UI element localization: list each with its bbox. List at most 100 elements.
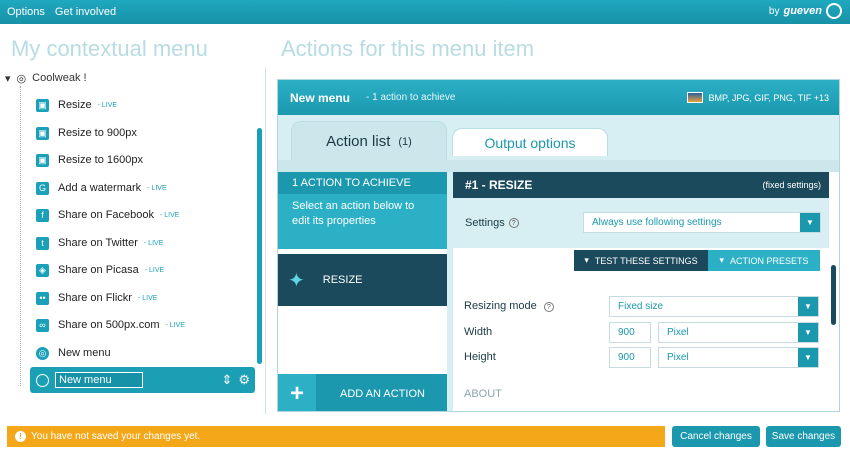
live-badge: - LIVE bbox=[165, 321, 185, 329]
list-item[interactable]: ∞ Share on 500px.com - LIVE bbox=[36, 315, 185, 335]
list-item-label: Resize bbox=[58, 99, 92, 111]
tree-root[interactable]: ▾ ◎ Coolweak ! bbox=[5, 72, 87, 85]
width-input[interactable]: 900 bbox=[609, 322, 651, 343]
list-item[interactable]: G Add a watermark - LIVE bbox=[36, 178, 167, 198]
list-item[interactable]: f Share on Facebook - LIVE bbox=[36, 205, 179, 225]
live-badge: - LIVE bbox=[147, 184, 167, 192]
chevron-down-icon: ▼ bbox=[798, 297, 818, 316]
details-header: #1 - RESIZE (fixed settings) bbox=[453, 172, 829, 198]
details-scrollbar[interactable] bbox=[831, 265, 836, 325]
action-presets-label: ACTION PRESETS bbox=[730, 255, 809, 266]
list-item-label: Share on Picasa bbox=[58, 264, 139, 276]
menu-get-involved[interactable]: Get involved bbox=[55, 6, 116, 18]
settings-select[interactable]: Always use following settings ▼ bbox=[583, 212, 821, 233]
help-icon[interactable]: ? bbox=[508, 218, 519, 228]
list-item-label: Resize to 900px bbox=[58, 127, 137, 139]
fixed-settings-label: (fixed settings) bbox=[762, 180, 821, 190]
image-icon bbox=[686, 92, 703, 103]
caret-down-icon: ▾ bbox=[719, 255, 724, 265]
tab-underline bbox=[278, 160, 839, 172]
achieve-hint: Select an action below to edit its prope… bbox=[278, 194, 447, 249]
chevron-down-icon: ▼ bbox=[800, 213, 820, 232]
live-badge: - LIVE bbox=[144, 266, 165, 274]
reorder-icon[interactable]: ⇕ bbox=[221, 372, 232, 388]
left-heading: My contextual menu bbox=[11, 36, 208, 61]
picasa-icon: ◈ bbox=[36, 263, 49, 277]
resize-icon: ▣ bbox=[36, 126, 49, 140]
gear-icon[interactable]: ⚙ bbox=[238, 372, 250, 388]
item-controls: ⇕ ⚙ bbox=[221, 372, 250, 388]
width-unit-value: Pixel bbox=[667, 327, 689, 338]
plus-icon: + bbox=[278, 374, 316, 411]
tab-label: Action list bbox=[326, 133, 391, 150]
left-scrollbar[interactable] bbox=[257, 128, 262, 364]
details-title: #1 - RESIZE bbox=[465, 178, 533, 192]
warning-text: You have not saved your changes yet. bbox=[31, 431, 201, 442]
resizing-mode-value: Fixed size bbox=[618, 301, 664, 312]
settings-buttons: ▾ TEST THESE SETTINGS ▾ ACTION PRESETS bbox=[574, 250, 820, 271]
list-item-label: Share on Facebook bbox=[58, 209, 155, 221]
panel-title: New menu bbox=[290, 91, 351, 105]
resizing-mode-text: Resizing mode bbox=[464, 300, 537, 312]
list-item[interactable]: •• Share on Flickr - LIVE bbox=[36, 288, 157, 308]
save-changes-button[interactable]: Save changes bbox=[766, 426, 841, 447]
list-item[interactable]: ◎ New menu bbox=[36, 343, 111, 363]
list-item[interactable]: ◈ Share on Picasa - LIVE bbox=[36, 260, 164, 280]
width-label: Width bbox=[464, 326, 493, 338]
chevron-down-icon: ▼ bbox=[798, 348, 818, 367]
tab-output-options[interactable]: Output options bbox=[452, 128, 608, 156]
action-list: 1 ACTION TO ACHIEVE Select an action bel… bbox=[278, 172, 447, 411]
cancel-changes-button[interactable]: Cancel changes bbox=[672, 426, 760, 447]
settings-label: Settings bbox=[465, 217, 505, 229]
panel-header: New menu - 1 action to achieve BMP, JPG,… bbox=[278, 80, 839, 115]
settings-row: Settings ? Always use following settings… bbox=[453, 198, 829, 248]
resize-icon: ▣ bbox=[36, 98, 49, 112]
list-item[interactable]: t Share on Twitter - LIVE bbox=[36, 233, 163, 253]
facebook-icon: f bbox=[36, 208, 49, 222]
watermark-icon: G bbox=[36, 181, 49, 195]
height-unit-select[interactable]: Pixel ▼ bbox=[658, 347, 819, 368]
width-unit-select[interactable]: Pixel ▼ bbox=[658, 322, 819, 343]
action-card-resize[interactable]: ✦ RESIZE bbox=[278, 254, 447, 306]
about-section-heading[interactable]: ABOUT bbox=[464, 388, 502, 400]
brand-name: gueven bbox=[783, 5, 822, 17]
expand-arrow-icon[interactable]: ▾ bbox=[5, 72, 11, 85]
add-action-button[interactable]: + ADD AN ACTION bbox=[278, 374, 447, 411]
unsaved-warning: ! You have not saved your changes yet. bbox=[7, 426, 665, 447]
formats: BMP, JPG, GIF, PNG, TIF +13 bbox=[686, 92, 829, 103]
help-icon[interactable]: ? bbox=[543, 302, 554, 312]
selected-menu-item[interactable]: New menu ⇕ ⚙ bbox=[30, 367, 255, 393]
settings-select-value: Always use following settings bbox=[592, 217, 722, 228]
root-menu-icon: ◎ bbox=[16, 73, 27, 85]
list-item[interactable]: ▣ Resize to 900px bbox=[36, 123, 137, 143]
live-badge: - LIVE bbox=[160, 211, 180, 219]
action-card-label: RESIZE bbox=[322, 274, 363, 286]
list-item-label: Share on 500px.com bbox=[58, 319, 160, 331]
chevron-down-icon: ▼ bbox=[798, 323, 818, 342]
height-label: Height bbox=[464, 351, 496, 363]
brand: by gueven bbox=[769, 3, 842, 19]
menu-icon: ◎ bbox=[36, 346, 49, 360]
live-badge: - LIVE bbox=[137, 294, 158, 302]
action-details: #1 - RESIZE (fixed settings) Settings ? … bbox=[453, 172, 839, 411]
butterfly-icon: ✦ bbox=[288, 269, 305, 292]
tab-action-list[interactable]: Action list (1) bbox=[291, 121, 447, 161]
list-item-label: Share on Flickr bbox=[58, 292, 132, 304]
menu-options[interactable]: Options bbox=[7, 6, 45, 18]
menu-icon bbox=[36, 373, 49, 387]
warning-icon: ! bbox=[15, 431, 26, 442]
height-input[interactable]: 900 bbox=[609, 347, 651, 368]
menu-tree-panel: ▾ ◎ Coolweak ! ▣ Resize - LIVE ▣ Resize … bbox=[0, 68, 266, 414]
action-presets-button[interactable]: ▾ ACTION PRESETS bbox=[708, 250, 820, 271]
tree-root-label: Coolweak ! bbox=[32, 72, 87, 84]
menu-name-field[interactable]: New menu bbox=[55, 372, 143, 388]
list-item[interactable]: ▣ Resize to 1600px bbox=[36, 150, 143, 170]
bottom-bar: ! You have not saved your changes yet. C… bbox=[0, 418, 850, 449]
test-settings-label: TEST THESE SETTINGS bbox=[594, 255, 698, 266]
resizing-mode-select[interactable]: Fixed size ▼ bbox=[609, 296, 819, 317]
top-menu: Options Get involved bbox=[7, 6, 116, 18]
height-value: 900 bbox=[618, 352, 635, 363]
list-item[interactable]: ▣ Resize - LIVE bbox=[36, 95, 117, 115]
live-badge: - LIVE bbox=[143, 239, 164, 247]
test-settings-button[interactable]: ▾ TEST THESE SETTINGS bbox=[574, 250, 708, 271]
